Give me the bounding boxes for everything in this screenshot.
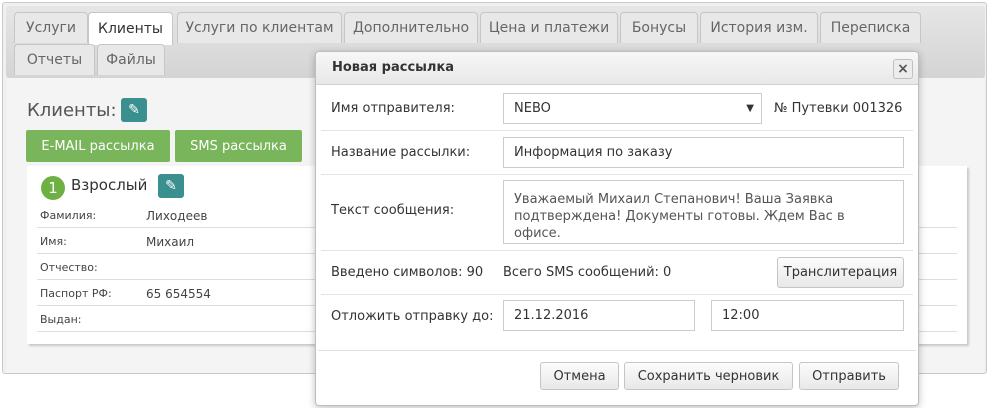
close-icon: × — [897, 61, 909, 77]
voucher-number: № Путевки 001326 — [774, 101, 903, 116]
divider — [321, 130, 913, 131]
send-button[interactable]: Отправить — [799, 362, 899, 390]
tab-services-by-client[interactable]: Услуги по клиентам — [177, 12, 342, 43]
cancel-button[interactable]: Отмена — [540, 362, 619, 390]
client-number-badge: 1 — [41, 176, 65, 200]
tab-files[interactable]: Файлы — [97, 44, 165, 75]
field-value: Михаил — [146, 235, 195, 249]
delay-time-input[interactable]: 12:00 — [711, 300, 904, 331]
footer-divider — [318, 350, 916, 351]
email-mailing-button[interactable]: E-MAIL рассылка — [26, 130, 170, 162]
field-label: Паспорт РФ: — [40, 287, 112, 300]
mailing-name-label: Название рассылки: — [331, 145, 471, 160]
divider — [321, 294, 913, 295]
chars-count: Введено символов: 90 — [331, 265, 484, 280]
field-value: Лиходеев — [146, 209, 208, 223]
sender-value: NEBO — [514, 101, 551, 116]
field-label: Отчество: — [40, 261, 98, 274]
field-label: Выдан: — [40, 313, 82, 326]
tab-correspondence[interactable]: Переписка — [820, 12, 921, 43]
transliteration-button[interactable]: Транслитерация — [777, 257, 904, 288]
divider — [321, 174, 913, 175]
field-label: Фамилия: — [40, 209, 97, 222]
sms-count: Всего SMS сообщений: 0 — [503, 265, 672, 280]
tab-bonuses[interactable]: Бонусы — [620, 12, 698, 43]
pencil-icon: ✎ — [128, 102, 140, 118]
dialog-title: Новая рассылка — [332, 60, 455, 75]
message-textarea[interactable]: Уважаемый Михаил Степанович! Ваша Заявка… — [503, 180, 904, 244]
client-type-title: Взрослый — [71, 176, 148, 194]
divider — [321, 250, 913, 251]
sms-mailing-button[interactable]: SMS рассылка — [175, 130, 302, 162]
dialog-header: Новая рассылка × — [316, 52, 918, 85]
sender-label: Имя отправителя: — [331, 101, 455, 116]
delay-date-input[interactable]: 21.12.2016 — [503, 300, 695, 331]
message-label: Текст сообщения: — [331, 203, 455, 218]
tab-additional[interactable]: Дополнительно — [344, 12, 478, 43]
clients-title: Клиенты: — [27, 100, 117, 121]
field-label: Имя: — [40, 235, 67, 248]
tab-clients[interactable]: Клиенты — [88, 12, 173, 45]
tab-services[interactable]: Услуги — [14, 12, 88, 43]
save-draft-button[interactable]: Сохранить черновик — [624, 362, 793, 390]
field-value: 65 654554 — [146, 287, 211, 301]
sender-select[interactable]: NEBO ▼ — [503, 93, 762, 124]
close-button[interactable]: × — [893, 59, 913, 79]
chevron-down-icon: ▼ — [746, 103, 754, 114]
tab-history[interactable]: История изм. — [700, 12, 818, 43]
tab-price-payments[interactable]: Цена и платежи — [480, 12, 618, 43]
new-mailing-dialog: Новая рассылка × Имя отправителя: NEBO ▼… — [315, 51, 919, 406]
tab-reports[interactable]: Отчеты — [14, 44, 95, 75]
edit-clients-button[interactable]: ✎ — [121, 98, 147, 122]
pencil-icon: ✎ — [165, 178, 177, 194]
delay-label: Отложить отправку до: — [331, 309, 494, 324]
mailing-name-input[interactable]: Информация по заказу — [503, 137, 904, 168]
edit-client-button[interactable]: ✎ — [158, 174, 184, 198]
